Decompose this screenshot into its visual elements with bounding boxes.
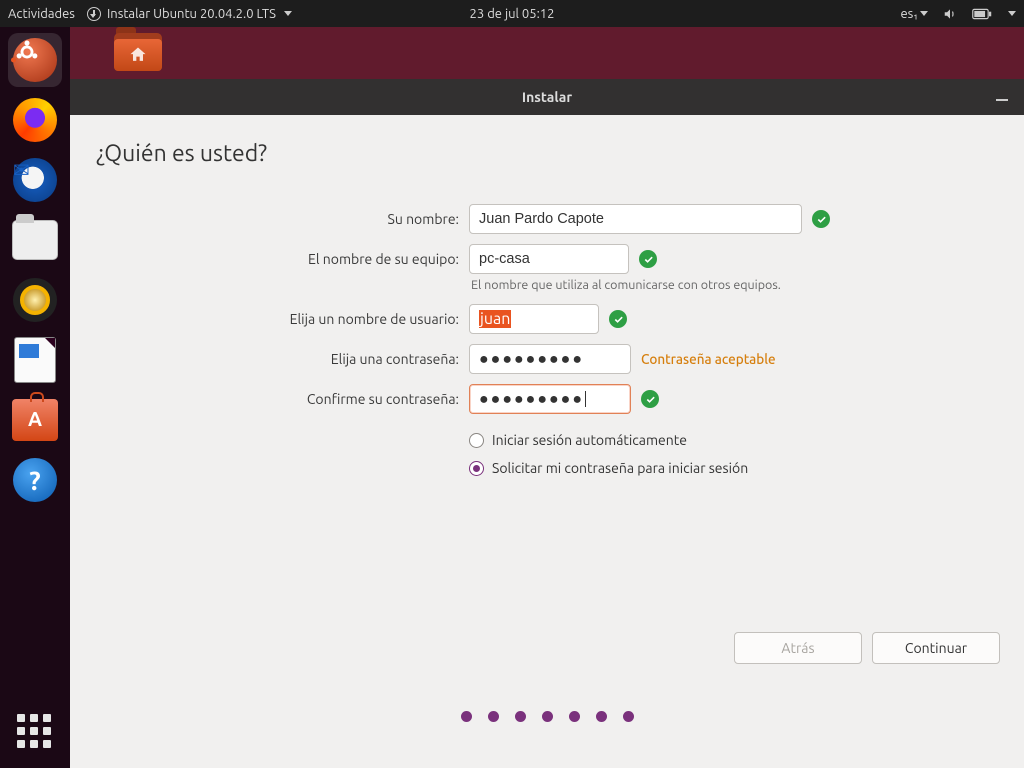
- dock-app-help[interactable]: ?: [8, 453, 62, 507]
- rhythmbox-icon: [13, 278, 57, 322]
- keyboard-layout-indicator[interactable]: es₁: [901, 7, 929, 21]
- username-input[interactable]: juan: [469, 304, 599, 334]
- minimize-button[interactable]: [994, 87, 1010, 107]
- system-menu-chevron-icon[interactable]: [1008, 11, 1016, 16]
- valid-check-icon: [639, 250, 657, 268]
- confirm-password-input[interactable]: ●●●●●●●●●: [469, 384, 631, 414]
- home-icon: [128, 45, 148, 65]
- back-button[interactable]: Atrás: [734, 632, 862, 664]
- label-hostname: El nombre de su equipo:: [96, 244, 469, 274]
- window-titlebar: Instalar: [70, 79, 1024, 115]
- dock-app-libreoffice[interactable]: [8, 333, 62, 387]
- page-heading: ¿Quién es usted?: [96, 141, 994, 166]
- label-confirm-password: Confirme su contraseña:: [96, 384, 469, 414]
- installer-window: Instalar ¿Quién es usted? Su nombre: El …: [70, 79, 1024, 768]
- clock[interactable]: 23 de jul 05:12: [470, 7, 555, 21]
- desktop-home-folder[interactable]: [114, 33, 164, 73]
- dock-app-installer[interactable]: [8, 33, 62, 87]
- activities-button[interactable]: Actividades: [8, 7, 75, 21]
- radio-label: Solicitar mi contraseña para iniciar ses…: [492, 460, 748, 476]
- hostname-hint: El nombre que utiliza al comunicarse con…: [469, 278, 994, 292]
- ubuntu-icon: [13, 38, 57, 82]
- dock-app-files[interactable]: [8, 213, 62, 267]
- valid-check-icon: [641, 390, 659, 408]
- user-form: Su nombre: El nombre de su equipo: El no…: [96, 204, 994, 476]
- username-value: juan: [479, 310, 511, 328]
- radio-label: Iniciar sesión automáticamente: [492, 432, 687, 448]
- password-value: ●●●●●●●●●: [479, 350, 584, 369]
- radio-icon: [469, 433, 484, 448]
- name-input[interactable]: [469, 204, 802, 234]
- password-input[interactable]: ●●●●●●●●●: [469, 344, 631, 374]
- wizard-nav: Atrás Continuar: [734, 632, 1000, 664]
- firefox-icon: [13, 98, 57, 142]
- battery-icon[interactable]: [972, 7, 992, 21]
- files-icon: [12, 220, 58, 260]
- password-strength-label: Contraseña aceptable: [641, 351, 776, 367]
- radio-checked-icon: [469, 461, 484, 476]
- valid-check-icon: [609, 310, 627, 328]
- dock-app-firefox[interactable]: [8, 93, 62, 147]
- dock-app-thunderbird[interactable]: [8, 153, 62, 207]
- valid-check-icon: [812, 210, 830, 228]
- radio-require-password[interactable]: Solicitar mi contraseña para iniciar ses…: [469, 460, 994, 476]
- dock: ?: [0, 27, 70, 768]
- libreoffice-writer-icon: [14, 337, 56, 383]
- software-store-icon: [12, 399, 58, 441]
- hostname-input[interactable]: [469, 244, 629, 274]
- gnome-top-bar: Actividades Instalar Ubuntu 20.04.2.0 LT…: [0, 0, 1024, 27]
- running-indicator-icon: [11, 58, 16, 63]
- chevron-down-icon: [920, 11, 928, 16]
- window-title: Instalar: [522, 89, 572, 105]
- desktop-background: [70, 27, 1024, 79]
- label-password: Elija una contraseña:: [96, 344, 469, 374]
- thunderbird-icon: [13, 158, 57, 202]
- label-name: Su nombre:: [96, 204, 469, 234]
- wizard-progress-dots: [70, 711, 1024, 722]
- installer-content: ¿Quién es usted? Su nombre: El nombre de…: [70, 115, 1024, 768]
- app-menu[interactable]: Instalar Ubuntu 20.04.2.0 LTS: [87, 7, 292, 21]
- confirm-password-value: ●●●●●●●●●: [479, 390, 584, 409]
- app-menu-label: Instalar Ubuntu 20.04.2.0 LTS: [107, 7, 276, 21]
- label-username: Elija un nombre de usuario:: [96, 304, 469, 334]
- chevron-down-icon: [284, 11, 292, 16]
- installer-icon: [87, 7, 101, 21]
- continue-button[interactable]: Continuar: [872, 632, 1000, 664]
- show-applications-button[interactable]: [17, 714, 53, 750]
- dock-app-rhythmbox[interactable]: [8, 273, 62, 327]
- help-icon: ?: [13, 458, 57, 502]
- volume-icon[interactable]: [942, 7, 958, 21]
- dock-app-software[interactable]: [8, 393, 62, 447]
- radio-auto-login[interactable]: Iniciar sesión automáticamente: [469, 432, 994, 448]
- text-cursor: [585, 391, 586, 407]
